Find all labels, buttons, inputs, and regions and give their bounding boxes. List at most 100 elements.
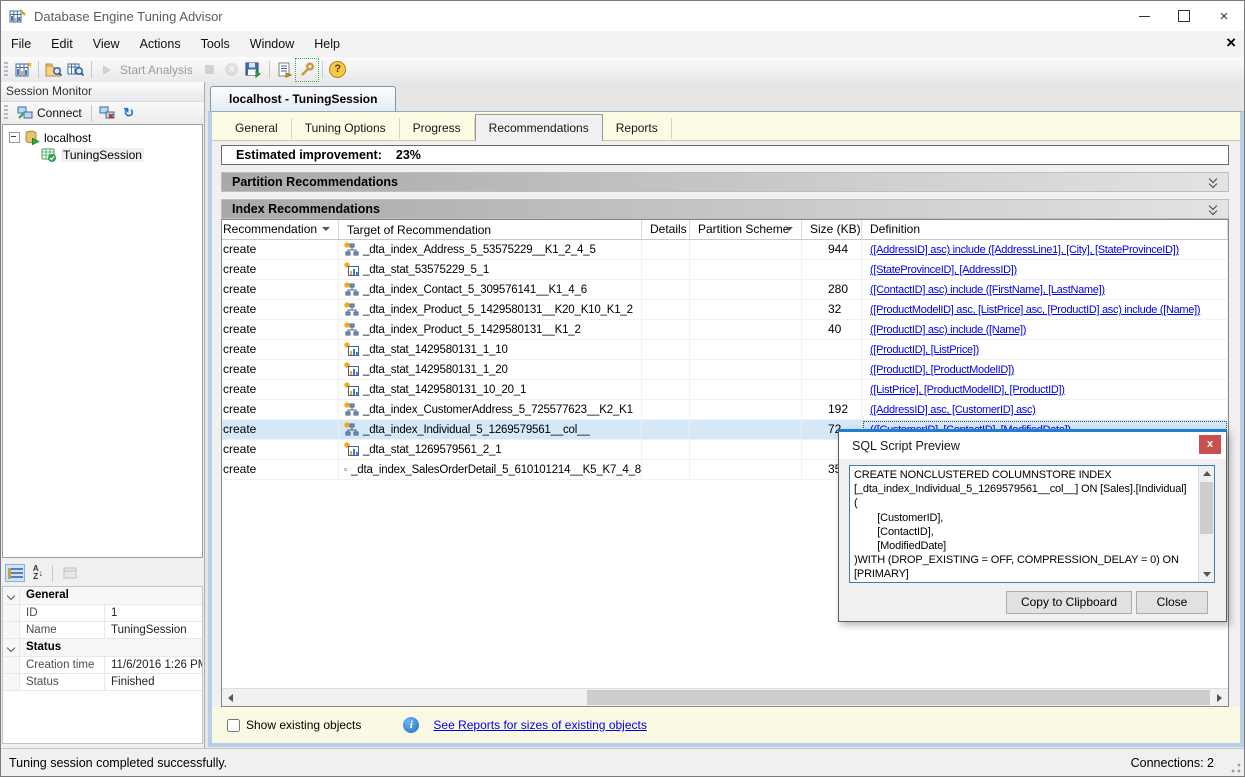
- definition-link[interactable]: ([ListPrice], [ProductModelID], [Product…: [870, 384, 1065, 396]
- menu-file[interactable]: File: [1, 32, 41, 56]
- table-row[interactable]: create _dta_stat_1429580131_10_20_1([Lis…: [222, 380, 1228, 400]
- sql-script-textbox[interactable]: CREATE NONCLUSTERED COLUMNSTORE INDEX [_…: [849, 465, 1215, 583]
- definition-link[interactable]: ([ProductModelID] asc, [ListPrice] asc, …: [870, 304, 1200, 316]
- property-label: Name: [20, 622, 105, 638]
- stat-icon: [344, 442, 359, 457]
- definition-link[interactable]: ([ProductID] asc) include ([Name]): [870, 324, 1026, 336]
- collapse-icon[interactable]: [9, 132, 20, 143]
- scroll-left-icon[interactable]: [222, 689, 239, 706]
- definition-link[interactable]: ([ProductID], [ListPrice]): [870, 344, 979, 356]
- tuning-options-icon[interactable]: [297, 60, 317, 80]
- target-name: _dta_index_SalesOrderDetail_5_610101214_…: [351, 461, 641, 479]
- stop-analysis-icon: [200, 60, 220, 80]
- property-row-id[interactable]: ID1: [3, 605, 202, 622]
- menu-edit[interactable]: Edit: [41, 32, 83, 56]
- sort-arrow-icon[interactable]: [322, 227, 330, 231]
- new-session-icon[interactable]: [13, 60, 33, 80]
- table-footer: Show existing objects i See Reports for …: [212, 707, 1240, 743]
- close-icon[interactable]: ×: [1204, 1, 1244, 31]
- help-icon[interactable]: ?: [328, 60, 348, 80]
- disconnect-icon[interactable]: [97, 103, 117, 123]
- column-header-target-of-recommendation[interactable]: Target of Recommendation: [339, 220, 642, 239]
- sort-arrow-icon[interactable]: [785, 227, 793, 231]
- partition-recommendations-header[interactable]: Partition Recommendations: [221, 172, 1229, 192]
- scroll-up-icon[interactable]: [1199, 466, 1214, 481]
- document-tab[interactable]: localhost - TuningSession: [210, 86, 396, 112]
- tab-reports[interactable]: Reports: [603, 118, 672, 139]
- menu-window[interactable]: Window: [240, 32, 304, 56]
- property-row-creation-time[interactable]: Creation time11/6/2016 1:26 PM: [3, 657, 202, 674]
- tab-tuning-options[interactable]: Tuning Options: [292, 118, 400, 139]
- scrollbar-thumb[interactable]: [1200, 482, 1213, 534]
- property-value: 1: [105, 605, 202, 621]
- tree-node-localhost[interactable]: localhost: [3, 129, 202, 146]
- cancel-analysis-icon: ✕: [222, 60, 242, 80]
- definition-link[interactable]: ([ContactID] asc) include ([FirstName], …: [870, 284, 1105, 296]
- menu-help[interactable]: Help: [304, 32, 350, 56]
- tree-node-tuningsession[interactable]: TuningSession: [3, 146, 202, 163]
- tab-recommendations[interactable]: Recommendations: [475, 114, 603, 141]
- scroll-right-icon[interactable]: [1211, 689, 1228, 706]
- horizontal-scrollbar[interactable]: [222, 688, 1228, 706]
- apply-recommendations-icon[interactable]: [244, 60, 264, 80]
- column-header-partition-scheme[interactable]: Partition Scheme: [690, 220, 802, 239]
- copy-to-clipboard-button[interactable]: Copy to Clipboard: [1006, 591, 1132, 614]
- estimated-improvement-label: Estimated improvement:: [236, 148, 382, 162]
- table-row[interactable]: create _dta_stat_1429580131_1_20([Produc…: [222, 360, 1228, 380]
- property-category-status[interactable]: Status: [3, 639, 202, 657]
- stat-icon: [344, 362, 359, 377]
- definition-link[interactable]: ([AddressID] asc) include ([AddressLine1…: [870, 244, 1179, 256]
- scrollbar-thumb[interactable]: [587, 690, 1210, 705]
- maximize-icon[interactable]: [1164, 1, 1204, 31]
- table-row[interactable]: create _dta_stat_53575229_5_1([StateProv…: [222, 260, 1228, 280]
- table-row[interactable]: create _dta_index_CustomerAddress_5_7255…: [222, 400, 1228, 420]
- refresh-icon[interactable]: ↻: [119, 103, 139, 123]
- definition-link[interactable]: ([AddressID] asc, [CustomerID] asc): [870, 404, 1036, 416]
- index-icon: [344, 462, 347, 477]
- vertical-scrollbar[interactable]: [1198, 466, 1214, 582]
- table-row[interactable]: create _dta_index_Contact_5_309576141__K…: [222, 280, 1228, 300]
- app-window: Database Engine Tuning Advisor × FileEdi…: [0, 0, 1245, 777]
- column-header-details[interactable]: Details: [642, 220, 690, 239]
- tab-general[interactable]: General: [222, 118, 292, 139]
- connect-button[interactable]: Connect: [12, 105, 87, 121]
- chevron-expand-icon[interactable]: [1208, 203, 1218, 217]
- dialog-title-bar: SQL Script Preview x: [839, 432, 1226, 459]
- resize-grip[interactable]: [1231, 763, 1241, 773]
- property-pages-icon: [60, 564, 80, 582]
- open-workload-icon[interactable]: [66, 60, 86, 80]
- import-session-icon[interactable]: [275, 60, 295, 80]
- table-row[interactable]: create _dta_index_Address_5_53575229__K1…: [222, 240, 1228, 260]
- property-row-name[interactable]: NameTuningSession: [3, 622, 202, 639]
- column-header-recommendation[interactable]: Recommendation: [222, 220, 339, 239]
- menu-view[interactable]: View: [83, 32, 130, 56]
- see-reports-link[interactable]: See Reports for sizes of existing object…: [433, 718, 646, 732]
- chevron-expand-icon[interactable]: [1208, 176, 1218, 190]
- chevron-down-icon[interactable]: [7, 591, 15, 599]
- scroll-down-icon[interactable]: [1199, 567, 1214, 582]
- menu-actions[interactable]: Actions: [130, 32, 191, 56]
- column-header-size-kb[interactable]: Size (KB): [802, 220, 862, 239]
- dialog-close-icon[interactable]: x: [1199, 435, 1221, 454]
- definition-link[interactable]: ([ProductID], [ProductModelID]): [870, 364, 1014, 376]
- table-row[interactable]: create _dta_stat_1429580131_1_10([Produc…: [222, 340, 1228, 360]
- definition-link[interactable]: ([StateProvinceID], [AddressID]): [870, 264, 1017, 276]
- table-row[interactable]: create _dta_index_Product_5_1429580131__…: [222, 300, 1228, 320]
- column-header-definition[interactable]: Definition: [862, 220, 1228, 239]
- document-close-icon[interactable]: ×: [1226, 33, 1236, 53]
- table-row[interactable]: create _dta_index_Product_5_1429580131__…: [222, 320, 1228, 340]
- sort-alphabetical-icon[interactable]: AZ↓: [28, 564, 48, 582]
- minimize-icon[interactable]: [1124, 1, 1164, 31]
- property-row-status[interactable]: StatusFinished: [3, 674, 202, 691]
- categorized-icon[interactable]: [5, 564, 25, 582]
- property-category-general[interactable]: General: [3, 587, 202, 605]
- show-existing-objects-checkbox[interactable]: [227, 719, 240, 732]
- chevron-down-icon[interactable]: [7, 643, 15, 651]
- close-button[interactable]: Close: [1136, 591, 1208, 614]
- index-recommendations-header[interactable]: Index Recommendations: [221, 199, 1229, 219]
- tab-progress[interactable]: Progress: [400, 118, 475, 139]
- session-monitor-title: Session Monitor: [1, 82, 204, 102]
- menu-tools[interactable]: Tools: [191, 32, 240, 56]
- open-session-icon[interactable]: [44, 60, 64, 80]
- toolbar-grip: [4, 105, 8, 121]
